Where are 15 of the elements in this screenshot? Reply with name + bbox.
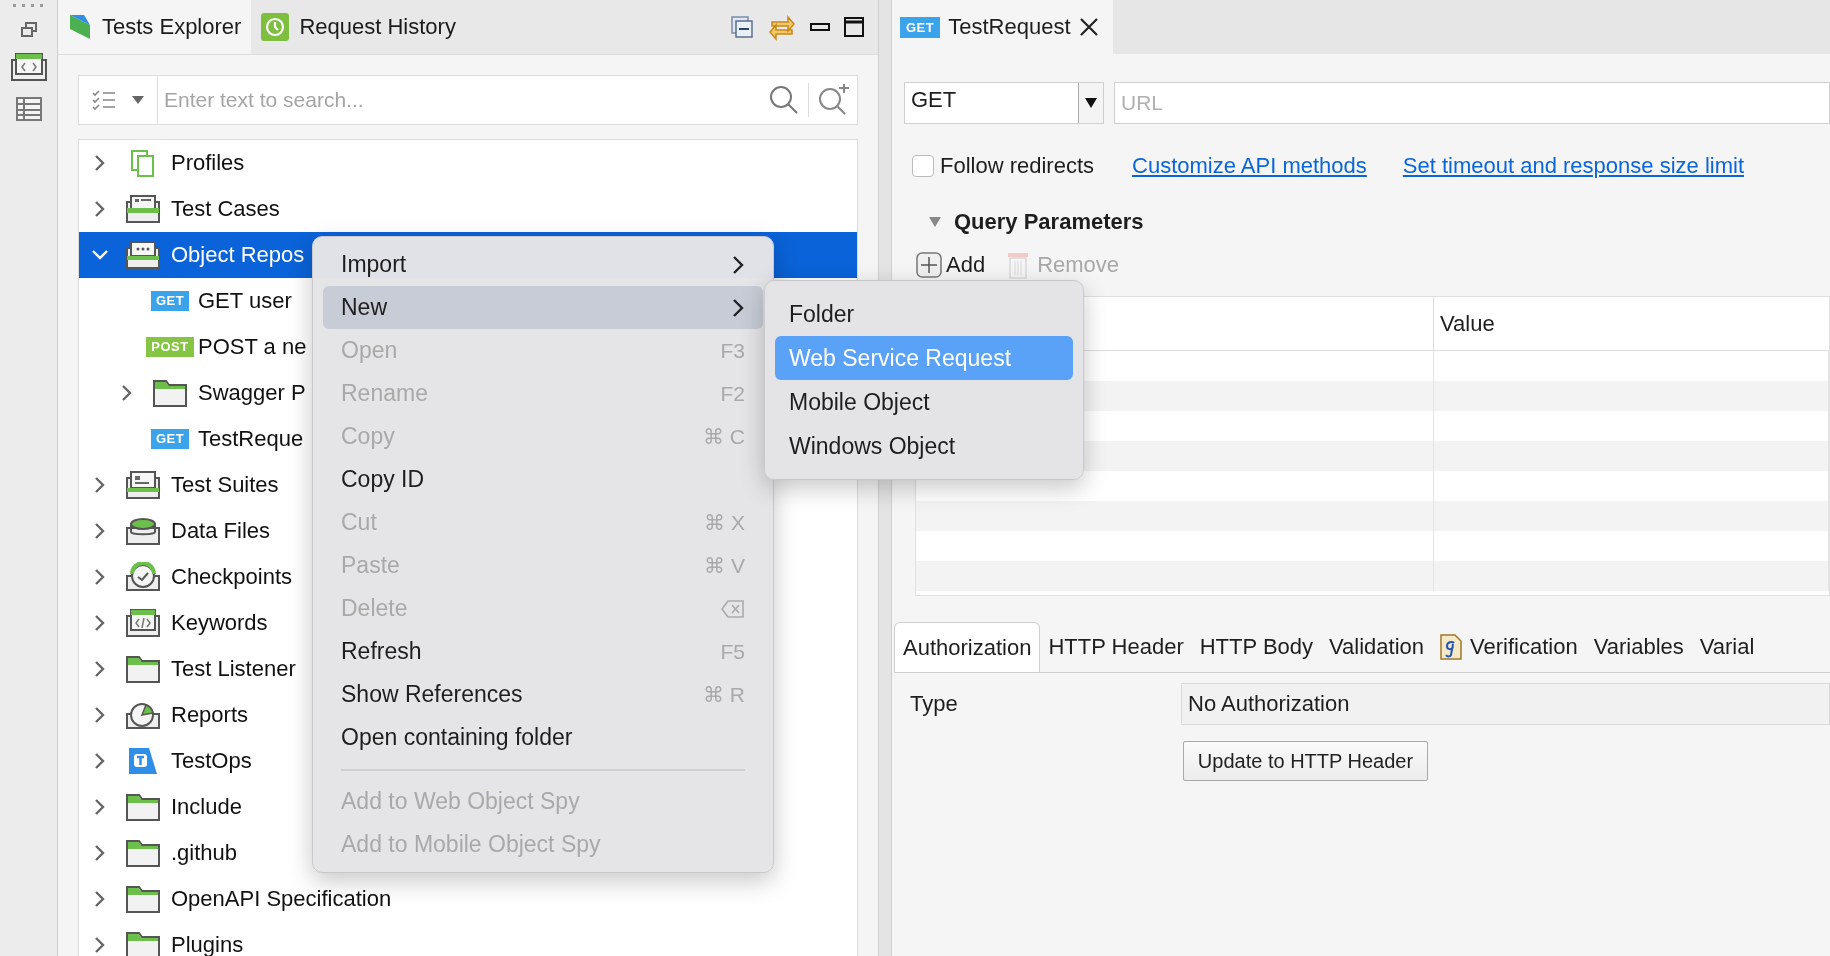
- shortcut-text: ⌘ V: [704, 553, 745, 578]
- shortcut-text: ⌘ R: [703, 682, 745, 707]
- shortcut-text: F3: [720, 338, 745, 363]
- column-header: Value: [1434, 297, 1829, 351]
- field-label: Type: [909, 691, 959, 717]
- shortcut-text: ⌘ C: [703, 424, 745, 449]
- shortcut-text: F2: [720, 381, 745, 406]
- shortcut-text: ⌘ X: [704, 510, 745, 535]
- get-badge: GET: [150, 429, 190, 449]
- get-badge: GET: [900, 16, 941, 38]
- checkbox-label: Follow redirects: [940, 153, 1095, 179]
- shortcut-text: F5: [720, 639, 745, 664]
- get-badge: GET: [150, 291, 190, 311]
- section-title: Query Parameters: [954, 209, 1144, 235]
- post-badge: POST: [146, 337, 194, 357]
